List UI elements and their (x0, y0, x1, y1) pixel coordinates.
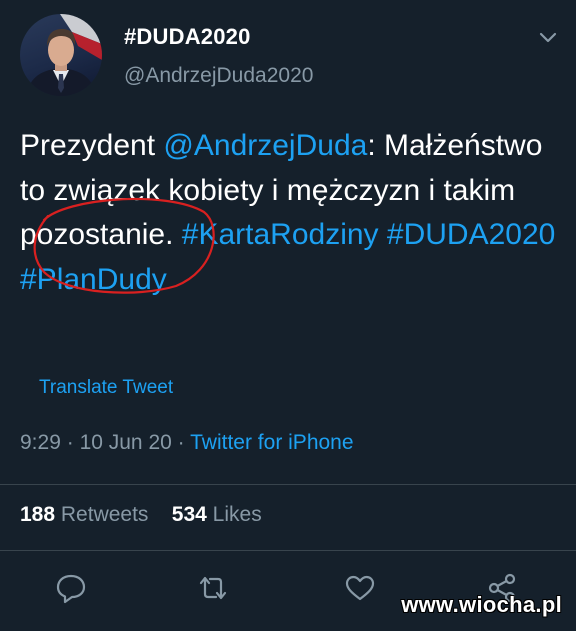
tweet-time: 9:29 (20, 431, 61, 454)
red-circle-annotation (33, 197, 215, 294)
reply-icon[interactable] (53, 570, 89, 606)
mention-link[interactable]: @AndrzejDuda (163, 129, 367, 162)
chevron-down-icon[interactable] (536, 26, 560, 50)
watermark: www.wiocha.pl (401, 592, 562, 617)
meta-separator: · (66, 431, 74, 454)
tweet-text-intro: Prezydent (20, 129, 164, 162)
display-name[interactable]: #DUDA2020 (124, 24, 251, 50)
tweet-stats: 188 Retweets 534 Likes (20, 503, 262, 527)
avatar-photo (26, 14, 102, 96)
heart-icon[interactable] (342, 570, 378, 606)
retweets-label: Retweets (60, 503, 149, 526)
tweet-date: 10 Jun 20 (79, 431, 172, 454)
likes-label: Likes (212, 503, 262, 526)
divider (0, 550, 576, 551)
retweets-stat[interactable]: 188 Retweets (20, 503, 148, 526)
tweet-source-link[interactable]: Twitter for iPhone (190, 431, 353, 454)
meta-separator: · (177, 431, 185, 454)
tweet-meta: 9:29 · 10 Jun 20 · Twitter for iPhone (20, 431, 354, 455)
likes-count: 534 (171, 503, 207, 526)
retweet-icon[interactable] (195, 570, 231, 606)
likes-stat[interactable]: 534 Likes (172, 503, 262, 526)
divider (0, 484, 576, 485)
translate-tweet-link[interactable]: Translate Tweet (39, 377, 173, 399)
hashtag-link[interactable]: #DUDA2020 (387, 218, 555, 251)
avatar[interactable] (20, 14, 102, 96)
user-handle[interactable]: @AndrzejDuda2020 (124, 64, 313, 88)
tweet-card: #DUDA2020 @AndrzejDuda2020 Prezydent @An… (0, 0, 576, 631)
retweets-count: 188 (20, 503, 56, 526)
